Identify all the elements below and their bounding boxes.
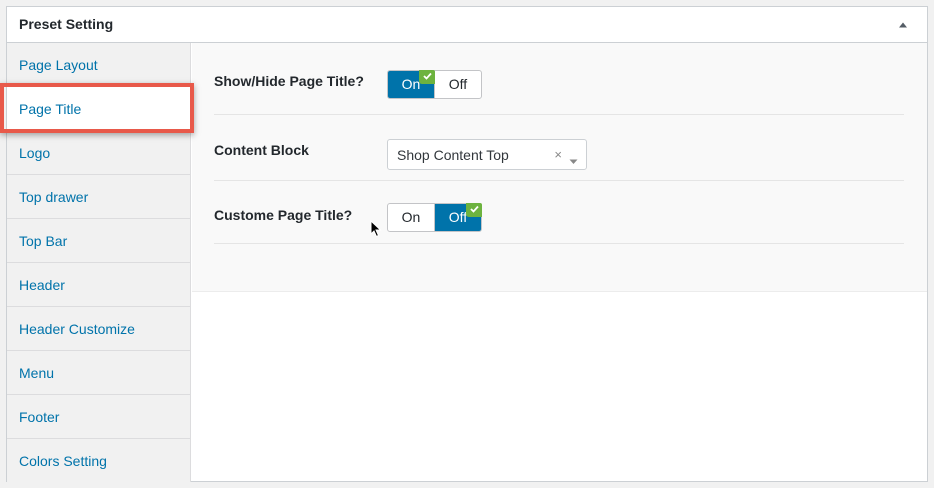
toggle-off-label: Off <box>448 76 468 92</box>
toggle-off-option[interactable]: Off <box>435 203 482 231</box>
settings-sidebar: Page Layout Page Title Logo Top drawer T… <box>7 43 191 482</box>
sidebar-item-label: Logo <box>19 145 51 161</box>
sidebar-item-logo[interactable]: Logo <box>7 131 190 175</box>
show-hide-title-toggle[interactable]: On Off <box>387 70 482 99</box>
toggle-off-option[interactable]: Off <box>435 71 481 98</box>
custom-title-label: Custome Page Title? <box>214 207 353 223</box>
sidebar-item-colors-setting[interactable]: Colors Setting <box>7 439 190 483</box>
sidebar-item-label: Menu <box>19 365 55 381</box>
toggle-on-label: On <box>401 209 421 225</box>
toggle-on-option[interactable]: On <box>388 70 435 98</box>
chevron-down-icon[interactable] <box>569 152 578 170</box>
sidebar-item-label: Page Title <box>19 101 82 117</box>
panel-header: Preset Setting <box>7 7 927 43</box>
sidebar-item-label: Colors Setting <box>19 453 107 469</box>
content-block-select[interactable]: Shop Content Top × <box>387 139 587 170</box>
panel-title: Preset Setting <box>19 16 114 32</box>
preset-setting-panel: Preset Setting Page Layout Page Title Lo… <box>6 6 928 482</box>
custom-title-toggle[interactable]: On Off <box>387 203 482 232</box>
triangle-up-icon[interactable] <box>897 19 909 31</box>
sidebar-item-label: Header Customize <box>19 321 135 337</box>
clear-icon[interactable]: × <box>554 147 562 163</box>
sidebar-item-label: Top Bar <box>19 233 68 249</box>
content-block-value: Shop Content Top <box>397 147 509 163</box>
sidebar-item-page-layout[interactable]: Page Layout <box>7 43 190 87</box>
check-icon <box>466 203 482 217</box>
custom-title-row: Custome Page Title? On Off <box>214 181 904 244</box>
toggle-on-label: On <box>401 76 421 92</box>
sidebar-item-label: Top drawer <box>19 189 89 205</box>
sidebar-item-top-drawer[interactable]: Top drawer <box>7 175 190 219</box>
sidebar-item-top-bar[interactable]: Top Bar <box>7 219 190 263</box>
sidebar-item-page-title[interactable]: Page Title <box>7 87 191 131</box>
show-hide-title-label: Show/Hide Page Title? <box>214 73 364 89</box>
sidebar-item-header[interactable]: Header <box>7 263 190 307</box>
sidebar-item-label: Footer <box>19 409 60 425</box>
sidebar-item-menu[interactable]: Menu <box>7 351 190 395</box>
toggle-off-label: Off <box>448 209 468 225</box>
check-icon <box>419 70 435 84</box>
sidebar-item-footer[interactable]: Footer <box>7 395 190 439</box>
sidebar-item-header-customize[interactable]: Header Customize <box>7 307 190 351</box>
sidebar-item-label: Header <box>19 277 65 293</box>
sidebar-item-label: Page Layout <box>19 57 98 73</box>
content-block-row: Content Block Shop Content Top × <box>214 115 904 181</box>
show-hide-title-row: Show/Hide Page Title? On Off <box>214 43 904 115</box>
content-block-label: Content Block <box>214 142 309 158</box>
settings-content: Show/Hide Page Title? On Off Content Blo… <box>192 43 927 292</box>
toggle-on-option[interactable]: On <box>388 204 435 231</box>
